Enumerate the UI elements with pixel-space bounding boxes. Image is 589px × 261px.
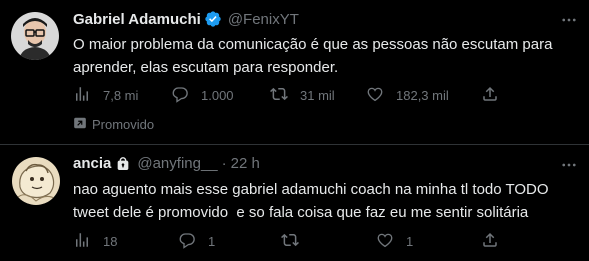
promoted-icon bbox=[73, 116, 87, 133]
author-name[interactable]: ancia bbox=[73, 155, 111, 172]
like-count: 1 bbox=[406, 234, 414, 249]
verified-badge-icon[interactable] bbox=[204, 10, 222, 28]
views-button[interactable]: 18 bbox=[73, 231, 117, 252]
like-button[interactable]: 182,3 mil bbox=[366, 85, 449, 106]
tweet-promoted[interactable]: Gabriel Adamuchi @FenixYT O maior proble… bbox=[0, 0, 589, 145]
retweet-button[interactable] bbox=[281, 231, 299, 252]
views-button[interactable]: 7,8 mi bbox=[73, 85, 138, 106]
share-button[interactable] bbox=[481, 85, 499, 106]
author-handle[interactable]: @FenixYT bbox=[228, 11, 299, 28]
like-count: 182,3 mil bbox=[396, 88, 449, 103]
author-name[interactable]: Gabriel Adamuchi bbox=[73, 11, 201, 28]
like-icon bbox=[376, 231, 394, 252]
share-icon bbox=[481, 85, 499, 106]
promoted-text: Promovido bbox=[92, 117, 155, 132]
avatar[interactable] bbox=[12, 157, 60, 205]
like-icon bbox=[366, 85, 384, 106]
reply-count: 1 bbox=[208, 234, 216, 249]
views-icon bbox=[73, 231, 91, 252]
reply-button[interactable]: 1.000 bbox=[171, 85, 234, 106]
retweet-icon bbox=[270, 85, 288, 106]
share-icon bbox=[481, 231, 499, 252]
tweet-text-line: O maior problema da comunicação é que as… bbox=[73, 36, 553, 53]
views-count: 7,8 mi bbox=[103, 88, 139, 103]
tweet[interactable]: ancia @anyfing__ · 22 h nao aguento mais… bbox=[0, 145, 589, 261]
reply-button[interactable]: 1 bbox=[178, 231, 215, 252]
timestamp[interactable]: 22 h bbox=[231, 155, 260, 172]
promoted-label: Promovido bbox=[73, 116, 154, 133]
avatar[interactable] bbox=[11, 12, 59, 60]
reply-count: 1.000 bbox=[201, 88, 234, 103]
lock-icon bbox=[115, 156, 131, 172]
tweet-actions: 18 1 1 bbox=[73, 231, 573, 251]
tweet-text-line: tweet dele é promovido e so fala coisa q… bbox=[73, 204, 529, 221]
reply-icon bbox=[178, 231, 196, 252]
more-icon[interactable] bbox=[559, 10, 579, 30]
tweet-actions: 7,8 mi 1.000 31 mil 182,3 mil bbox=[73, 85, 573, 105]
separator-dot: · bbox=[221, 155, 227, 172]
more-icon[interactable] bbox=[559, 155, 579, 175]
retweet-count: 31 mil bbox=[300, 88, 335, 103]
share-button[interactable] bbox=[481, 231, 499, 252]
tweet-text-line: aprender, elas escutam para responder. bbox=[73, 59, 339, 76]
tweet-text: nao aguento mais esse gabriel adamuchi c… bbox=[73, 178, 573, 224]
tweet-header: Gabriel Adamuchi @FenixYT bbox=[73, 10, 299, 28]
tweet-header: ancia @anyfing__ · 22 h bbox=[73, 155, 260, 172]
tweet-text: O maior problema da comunicação é que as… bbox=[73, 33, 573, 79]
author-handle[interactable]: @anyfing__ bbox=[137, 155, 217, 172]
retweet-button[interactable]: 31 mil bbox=[270, 85, 335, 106]
views-count: 18 bbox=[103, 234, 118, 249]
retweet-icon bbox=[281, 231, 299, 252]
like-button[interactable]: 1 bbox=[376, 231, 413, 252]
views-icon bbox=[73, 85, 91, 106]
reply-icon bbox=[171, 85, 189, 106]
tweet-text-line: nao aguento mais esse gabriel adamuchi c… bbox=[73, 181, 549, 198]
